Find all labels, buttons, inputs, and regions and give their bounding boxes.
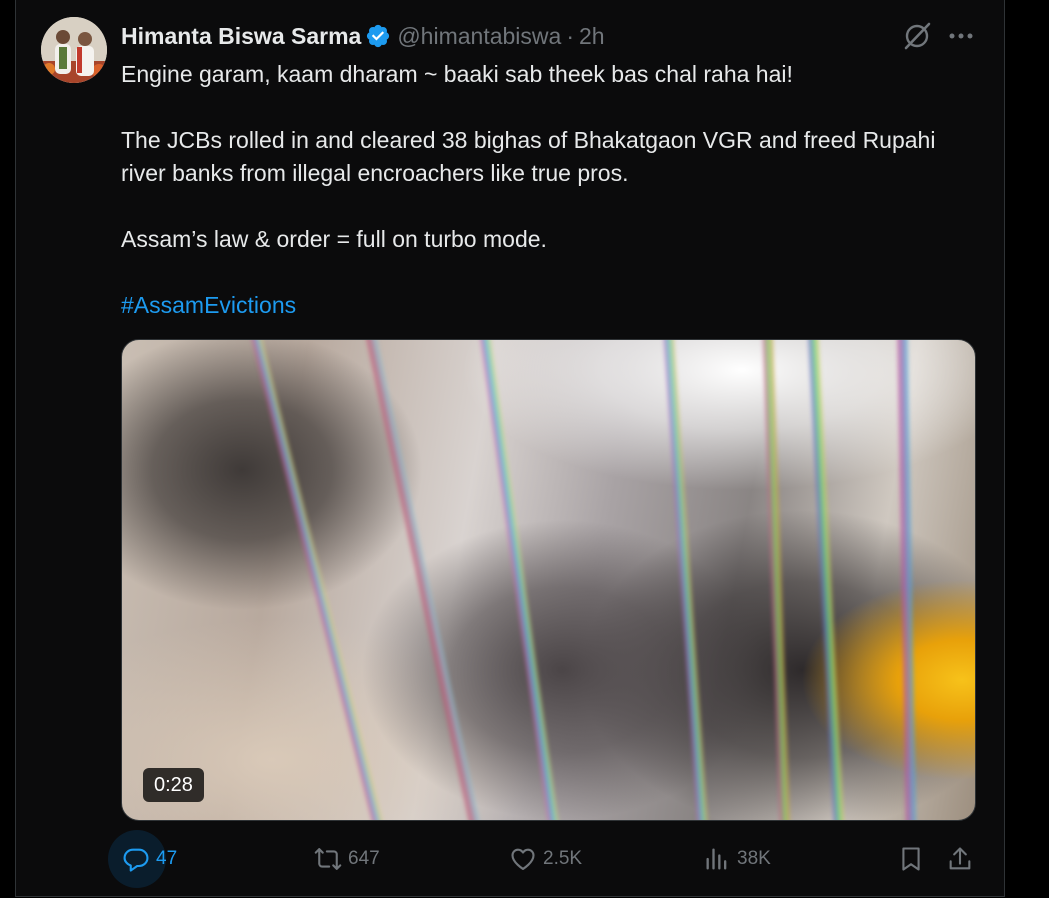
avatar-photo xyxy=(41,17,107,83)
tweet-header: Himanta Biswa Sarma @himantabiswa · 2h xyxy=(121,20,605,52)
tweet-actions-bar: 47 647 2.5K 38K xyxy=(16,830,1004,890)
more-options-icon[interactable] xyxy=(946,21,976,51)
like-count: 2.5K xyxy=(543,848,583,869)
video-duration-badge: 0:28 xyxy=(143,768,204,802)
like-icon xyxy=(509,845,537,873)
repost-button[interactable]: 647 xyxy=(314,830,380,888)
repost-icon xyxy=(314,845,342,873)
hashtag-link[interactable]: #AssamEvictions xyxy=(121,292,296,318)
tweet-card[interactable]: Himanta Biswa Sarma @himantabiswa · 2h E… xyxy=(15,0,1005,897)
verified-badge-icon[interactable] xyxy=(365,23,391,49)
video-frame-streak xyxy=(897,340,917,820)
views-button[interactable]: 38K xyxy=(703,830,771,888)
reply-icon xyxy=(122,845,150,873)
video-frame-streak xyxy=(762,340,792,820)
tweet-text-line: The JCBs rolled in and cleared 38 bighas… xyxy=(121,127,936,153)
share-button[interactable] xyxy=(946,830,980,888)
tweet-text: Engine garam, kaam dharam ~ baaki sab th… xyxy=(121,58,991,322)
tweet-text-line: river banks from illegal encroachers lik… xyxy=(121,160,629,186)
video-player[interactable]: 0:28 xyxy=(121,339,976,821)
separator-dot: · xyxy=(566,22,574,49)
reply-count: 47 xyxy=(156,848,178,869)
author-name[interactable]: Himanta Biswa Sarma xyxy=(121,23,361,50)
author-avatar[interactable] xyxy=(41,17,107,83)
reply-button[interactable]: 47 xyxy=(122,830,177,888)
tweet-timestamp[interactable]: 2h xyxy=(579,23,605,50)
bookmark-button[interactable] xyxy=(897,830,931,888)
tweet-text-line: Engine garam, kaam dharam ~ baaki sab th… xyxy=(121,61,793,87)
like-button[interactable]: 2.5K xyxy=(509,830,582,888)
video-frame-streak xyxy=(249,340,395,820)
views-icon xyxy=(703,845,731,873)
video-frame-streak xyxy=(662,340,712,820)
author-handle[interactable]: @himantabiswa xyxy=(397,23,561,50)
video-frame-streak xyxy=(363,340,491,820)
views-count: 38K xyxy=(737,848,771,869)
grok-icon[interactable] xyxy=(902,21,932,51)
bookmark-icon xyxy=(897,845,925,873)
video-frame-streak xyxy=(807,340,847,820)
video-frame-streak xyxy=(478,340,566,820)
share-icon xyxy=(946,845,974,873)
tweet-text-line: Assam’s law & order = full on turbo mode… xyxy=(121,226,547,252)
repost-count: 647 xyxy=(348,848,380,869)
